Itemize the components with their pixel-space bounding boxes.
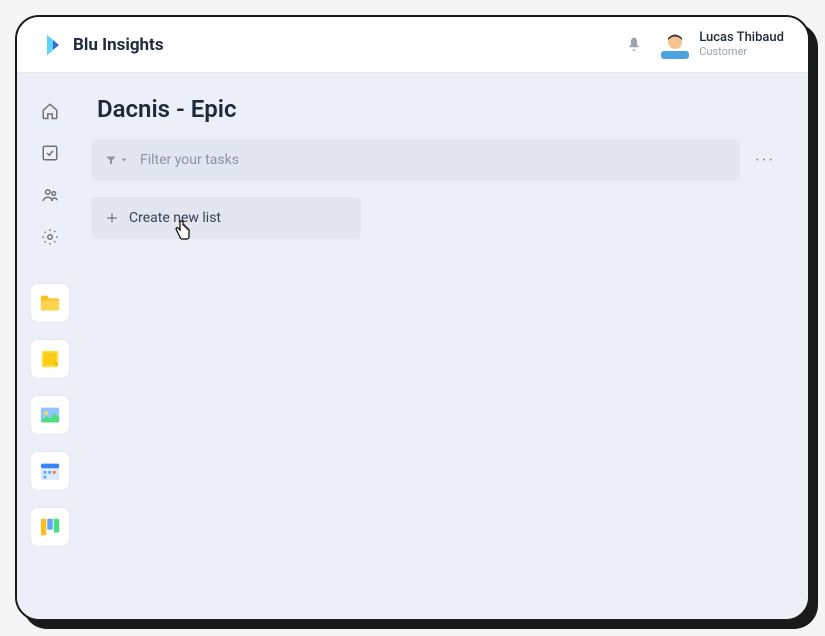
notes-icon (39, 348, 61, 370)
users-icon (41, 186, 59, 204)
project-tile-5[interactable] (30, 507, 70, 547)
main-content: Dacnis - Epic Filter your tasks ··· (83, 73, 808, 619)
more-icon: ··· (755, 150, 775, 171)
chevron-down-icon (120, 156, 128, 164)
avatar (661, 31, 689, 59)
image-icon (39, 404, 61, 426)
filter-placeholder: Filter your tasks (140, 152, 239, 168)
check-icon (41, 144, 59, 162)
brand-logo-icon (41, 33, 65, 57)
gear-icon (41, 228, 59, 246)
app-header: Blu Insights Lucas Thibaud Customer (17, 17, 808, 73)
more-button[interactable]: ··· (750, 145, 780, 175)
user-name: Lucas Thibaud (699, 31, 784, 45)
filter-icon (105, 154, 117, 166)
create-list-button[interactable]: Create new list (91, 197, 361, 239)
filter-row: Filter your tasks ··· (91, 139, 780, 181)
project-tile-2[interactable] (30, 339, 70, 379)
project-tile-3[interactable] (30, 395, 70, 435)
calendar-icon (39, 460, 61, 482)
plus-icon (105, 211, 119, 225)
folder-icon (39, 292, 61, 314)
page-title: Dacnis - Epic (91, 95, 780, 123)
user-role: Customer (699, 46, 784, 58)
sidebar (17, 73, 83, 619)
filter-dropdown[interactable] (105, 154, 128, 166)
user-menu[interactable]: Lucas Thibaud Customer (661, 31, 784, 59)
kanban-icon (39, 516, 61, 538)
nav-team[interactable] (30, 177, 70, 213)
brand[interactable]: Blu Insights (41, 33, 164, 57)
user-text: Lucas Thibaud Customer (699, 31, 784, 57)
nav-home[interactable] (30, 93, 70, 129)
brand-name: Blu Insights (73, 35, 164, 55)
home-icon (41, 102, 59, 120)
notifications-icon[interactable] (625, 36, 643, 54)
nav-settings[interactable] (30, 219, 70, 255)
app-window: Blu Insights Lucas Thibaud Customer (15, 15, 810, 621)
header-right: Lucas Thibaud Customer (625, 31, 784, 59)
project-tile-4[interactable] (30, 451, 70, 491)
nav-tasks[interactable] (30, 135, 70, 171)
create-list-label: Create new list (129, 210, 221, 226)
filter-bar[interactable]: Filter your tasks (91, 139, 740, 181)
body: Dacnis - Epic Filter your tasks ··· (17, 73, 808, 619)
project-tile-1[interactable] (30, 283, 70, 323)
